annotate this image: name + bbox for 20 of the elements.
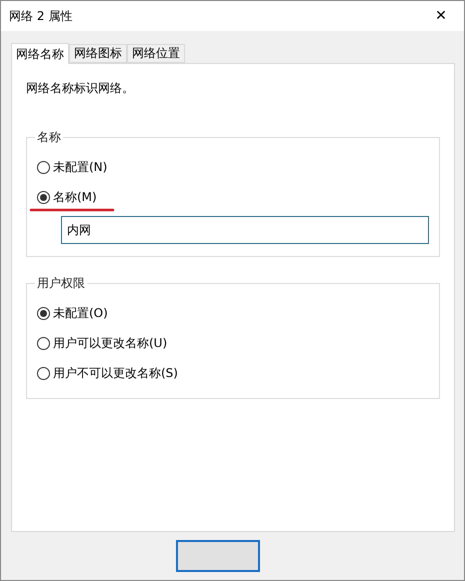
radio-option[interactable]: 名称(M) [37, 182, 429, 212]
radio-button[interactable] [37, 306, 50, 320]
tab[interactable]: 网络图标 [69, 44, 127, 63]
group-title: 用户权限 [36, 275, 86, 292]
radio-option[interactable]: 未配置(O) [37, 298, 429, 328]
tab[interactable]: 网络位置 [127, 44, 185, 63]
radio-button[interactable] [37, 366, 50, 380]
default-button[interactable] [176, 540, 260, 572]
radio-button[interactable] [37, 336, 50, 350]
radio-option[interactable]: 用户可以更改名称(U) [37, 328, 429, 358]
name-field[interactable]: 内网 [61, 216, 429, 244]
close-button[interactable]: ✕ [418, 1, 464, 31]
tab[interactable]: 网络名称 [11, 43, 69, 64]
description-text: 网络名称标识网络。 [26, 80, 135, 97]
radio-button[interactable] [37, 160, 50, 174]
window-title: 网络 2 属性 [9, 8, 72, 24]
radio-option[interactable]: 用户不可以更改名称(S) [37, 358, 429, 388]
radio-option[interactable]: 未配置(N) [37, 152, 429, 182]
radio-button[interactable] [37, 190, 50, 204]
group-title: 名称 [36, 129, 62, 146]
